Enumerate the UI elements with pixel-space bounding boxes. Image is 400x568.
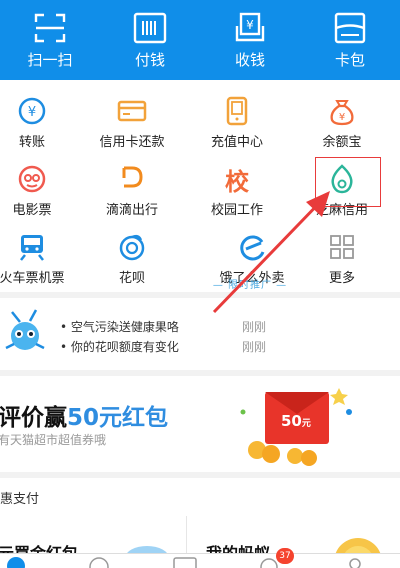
grid-label: 火车票机票 [0,271,65,286]
section-title: 惠支付 [0,492,40,507]
banner-headline: 评价赢50元红包 [0,405,169,431]
news-item-text: • 空气污染送健康果咯 [60,320,179,334]
news-item-text: • 你的花呗额度有变化 [60,340,179,354]
phone-recharge-icon [220,96,254,126]
svg-text:¥: ¥ [246,18,254,32]
svg-text:¥: ¥ [339,112,345,123]
grid-item-transfer[interactable]: ¥ 转账 [0,88,82,156]
grid-item-huabei[interactable]: 花呗 [82,224,182,292]
svg-text:¥: ¥ [28,105,36,120]
banner-subtitle: 有天猫超市超值券哦 [0,433,107,447]
bottom-tab-bar [0,553,400,568]
grid-label: 信用卡还款 [99,135,165,150]
scan-label: 扫一扫 [27,51,73,69]
train-icon [15,232,49,262]
grid-label: 更多 [328,271,355,286]
promo-subtitle: — 限时推广 — [212,280,288,291]
promo-banner[interactable]: 评价赢50元红包 有天猫超市超值券哦 50元 [0,376,400,472]
profile-tab-icon[interactable] [344,556,366,568]
grid-label: 滴滴出行 [105,203,158,218]
scan-icon [34,13,66,43]
grid-label: 转账 [18,135,45,150]
campus-icon: 校 [225,167,249,196]
grid-item-train[interactable]: 火车票机票 [0,224,82,292]
receive-button[interactable]: ¥ 收钱 [200,0,300,80]
grid-item-more[interactable]: 更多 [292,224,392,292]
home-tab-icon[interactable] [6,556,26,568]
highlight-box [315,157,381,207]
transfer-icon: ¥ [15,96,49,126]
grid-item-movie[interactable]: 电影票 [0,156,82,224]
grid-item-credit-card[interactable]: 信用卡还款 [82,88,182,156]
didi-icon [115,164,149,194]
money-bag-icon: ¥ [325,96,359,126]
grid-item-yuebao[interactable]: ¥ 余额宝 [292,88,392,156]
eleme-icon [235,232,269,262]
card-wallet-button[interactable]: 卡包 [300,0,400,80]
grid-item-didi[interactable]: 滴滴出行 [82,156,182,224]
credit-card-icon [115,96,149,126]
movie-ticket-icon [15,164,49,194]
more-grid-icon [325,232,359,262]
pay-button[interactable]: 付钱 [100,0,200,80]
grid-label: 电影票 [12,203,52,218]
pay-label: 付钱 [134,51,165,69]
receive-label: 收钱 [234,51,265,69]
alipay-home-screen: 扫一扫 付钱 ¥ 收钱 卡包 ¥ 转账 信用卡还款 充值中心 ¥ 余额宝 电影票… [0,0,400,568]
grid-label: 充值中心 [210,135,263,150]
koubei-tab-icon[interactable] [88,556,110,568]
grid-label: 花呗 [118,271,145,286]
card-wallet-icon [334,12,366,44]
news-item-time: 刚刚 [242,320,267,334]
envelope-value: 50元 [281,412,311,430]
friends-tab-icon[interactable] [172,556,198,568]
top-action-bar: 扫一扫 付钱 ¥ 收钱 卡包 [0,0,400,80]
news-item-time: 刚刚 [242,340,267,354]
grid-item-recharge[interactable]: 充值中心 [187,88,287,156]
huabei-icon [115,232,149,262]
mascot-icon [5,309,45,350]
grid-label: 余额宝 [322,135,362,150]
barcode-icon [133,12,167,44]
news-feed[interactable]: • 空气污染送健康果咯 刚刚 • 你的花呗额度有变化 刚刚 [0,298,400,370]
notification-badge: 37 [276,548,294,564]
grid-label: 校园工作 [210,203,263,218]
receive-money-icon: ¥ [235,12,265,42]
grid-item-campus[interactable]: 校 校园工作 [187,156,287,224]
card-wallet-label: 卡包 [334,51,365,69]
scan-button[interactable]: 扫一扫 [0,0,100,80]
